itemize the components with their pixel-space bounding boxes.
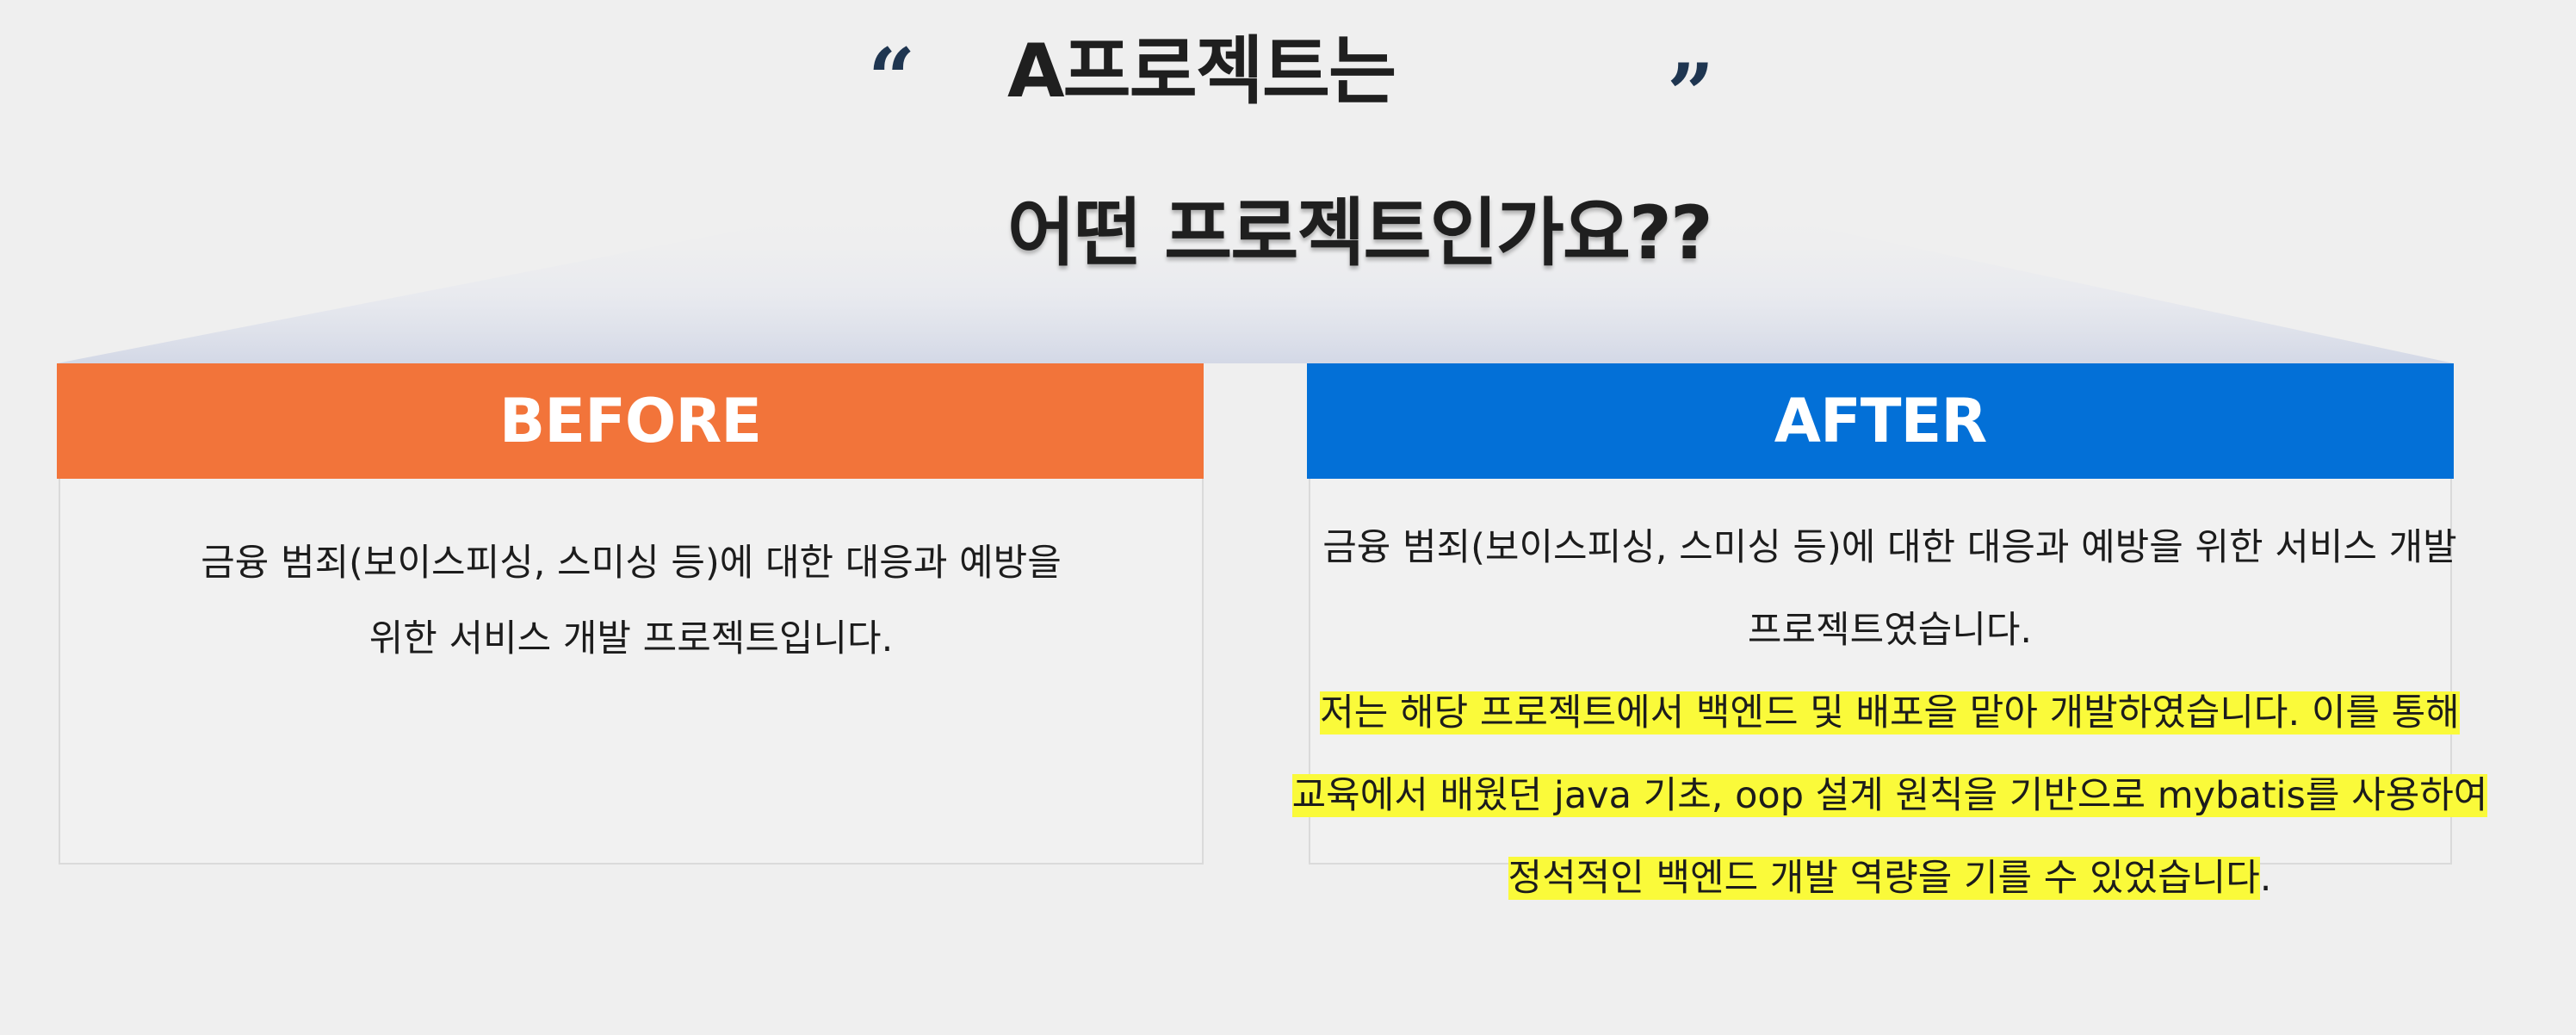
after-line-2: 프로젝트였습니다. xyxy=(1747,609,2033,652)
page-title-line-2: 어떤 프로젝트인가요?? xyxy=(1007,190,1713,276)
after-header: AFTER xyxy=(1307,363,2454,479)
before-line-1: 금융 범죄(보이스피싱, 스미싱 등)에 대한 대응과 예방을 xyxy=(201,542,1062,585)
after-highlight-line-1: 저는 해당 프로젝트에서 백엔드 및 배포을 맡아 개발하였습니다. 이를 통해 xyxy=(1205,672,2574,754)
highlight-text: 저는 해당 프로젝트에서 백엔드 및 배포을 맡아 개발하였습니다. 이를 통해 xyxy=(1320,691,2460,734)
after-highlight-line-3: 정석적인 백엔드 개발 역량을 기를 수 있었습니다. xyxy=(1205,837,2574,920)
after-highlight-line-2: 교육에서 배웠던 java 기초, oop 설계 원칙을 기반으로 mybati… xyxy=(1205,754,2574,837)
highlight-text: 교육에서 배웠던 java 기초, oop 설계 원칙을 기반으로 mybati… xyxy=(1291,774,2488,817)
open-quote-icon: “ xyxy=(868,30,916,127)
after-line-1: 금융 범죄(보이스피싱, 스미싱 등)에 대한 대응과 예방을 위한 서비스 개… xyxy=(1322,526,2457,569)
trailing-period: . xyxy=(2259,857,2272,900)
highlight-text: 정석적인 백엔드 개발 역량을 기를 수 있었습니다 xyxy=(1508,857,2260,900)
before-line-2: 위한 서비스 개발 프로젝트입니다. xyxy=(368,617,894,660)
page-title-line-1: A프로젝트는 xyxy=(1007,28,1396,115)
close-quote-icon: ” xyxy=(1667,46,1715,143)
slide: “ ” A프로젝트는 어떤 프로젝트인가요?? BEFORE 금융 범죄(보이스… xyxy=(0,0,2576,1035)
before-header: BEFORE xyxy=(57,363,1204,479)
after-description: 금융 범죄(보이스피싱, 스미싱 등)에 대한 대응과 예방을 위한 서비스 개… xyxy=(1205,506,2574,920)
before-description: 금융 범죄(보이스피싱, 스미싱 등)에 대한 대응과 예방을 위한 서비스 개… xyxy=(59,525,1204,677)
